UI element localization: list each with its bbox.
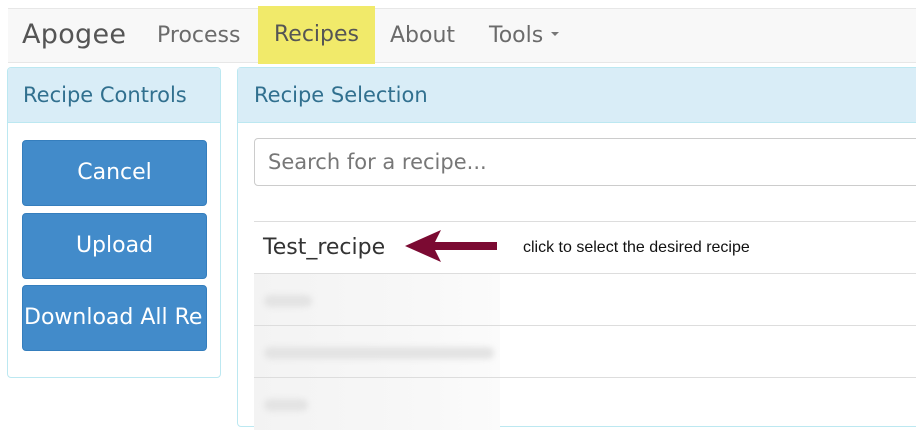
brand-logo[interactable]: Apogee xyxy=(22,19,126,50)
recipe-controls-heading: Recipe Controls xyxy=(8,68,220,123)
top-navbar: Apogee Process Recipes About Tools xyxy=(8,6,916,64)
upload-button[interactable]: Upload xyxy=(22,213,207,279)
nav-about[interactable]: About xyxy=(390,9,455,62)
recipe-search-input[interactable] xyxy=(254,138,916,186)
recipe-selection-heading: Recipe Selection xyxy=(238,68,916,123)
recipe-list-item-blurred[interactable] xyxy=(254,273,916,326)
nav-tools-label: Tools xyxy=(489,23,544,48)
caret-down-icon xyxy=(551,32,560,36)
blurred-content xyxy=(254,274,500,326)
download-all-button[interactable]: Download All Re xyxy=(22,285,207,351)
cancel-button[interactable]: Cancel xyxy=(22,140,207,206)
nav-tools-dropdown[interactable]: Tools xyxy=(489,9,560,62)
blurred-text xyxy=(264,295,312,307)
annotation-text: click to select the desired recipe xyxy=(523,239,750,256)
left-arrow-icon xyxy=(405,230,497,262)
blurred-content xyxy=(254,378,500,430)
blurred-content xyxy=(254,326,500,378)
blurred-text xyxy=(264,399,308,411)
download-all-label: Download All Re xyxy=(24,305,203,330)
nav-recipes[interactable]: Recipes xyxy=(258,6,375,64)
recipe-controls-panel: Recipe Controls Cancel Upload Download A… xyxy=(7,67,221,378)
blurred-text xyxy=(264,347,494,359)
recipe-list-item-blurred[interactable] xyxy=(254,325,916,378)
recipe-list-item-blurred[interactable] xyxy=(254,377,916,430)
recipe-name[interactable]: Test_recipe xyxy=(263,235,385,260)
nav-process[interactable]: Process xyxy=(157,9,240,62)
